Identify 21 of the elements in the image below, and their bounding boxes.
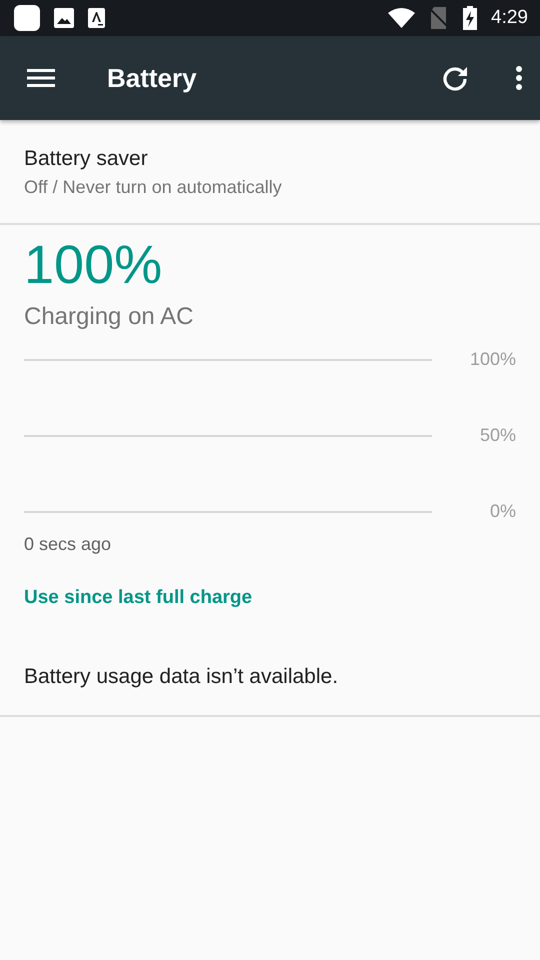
axis-label: 50% — [478, 425, 516, 446]
item-summary: Off / Never turn on automatically — [24, 177, 283, 198]
app-notification-icon — [14, 5, 40, 31]
usage-message: Battery usage data isn’t available. — [23, 664, 340, 690]
menu-icon[interactable] — [27, 68, 55, 88]
axis-label: 100% — [468, 349, 516, 370]
time-label: 0 secs ago — [24, 534, 112, 555]
image-notification-icon — [54, 8, 74, 28]
section-heading: Use since last full charge — [23, 586, 254, 609]
keyboard-notification-icon — [88, 8, 105, 28]
clock-time: 4:29 — [491, 7, 528, 29]
axis-label: 0% — [488, 501, 516, 522]
wifi-icon — [388, 8, 416, 28]
charging-status: Charging on AC — [24, 303, 194, 331]
battery-percentage: 100% — [24, 234, 164, 297]
screen-title: Battery — [107, 62, 198, 94]
more-options-icon[interactable] — [516, 66, 522, 90]
refresh-icon[interactable] — [442, 65, 468, 91]
battery-saver-item[interactable]: Battery saver Off / Never turn on automatically — [24, 147, 516, 198]
item-title: Battery saver — [24, 147, 149, 171]
battery-charging-icon — [463, 6, 478, 30]
